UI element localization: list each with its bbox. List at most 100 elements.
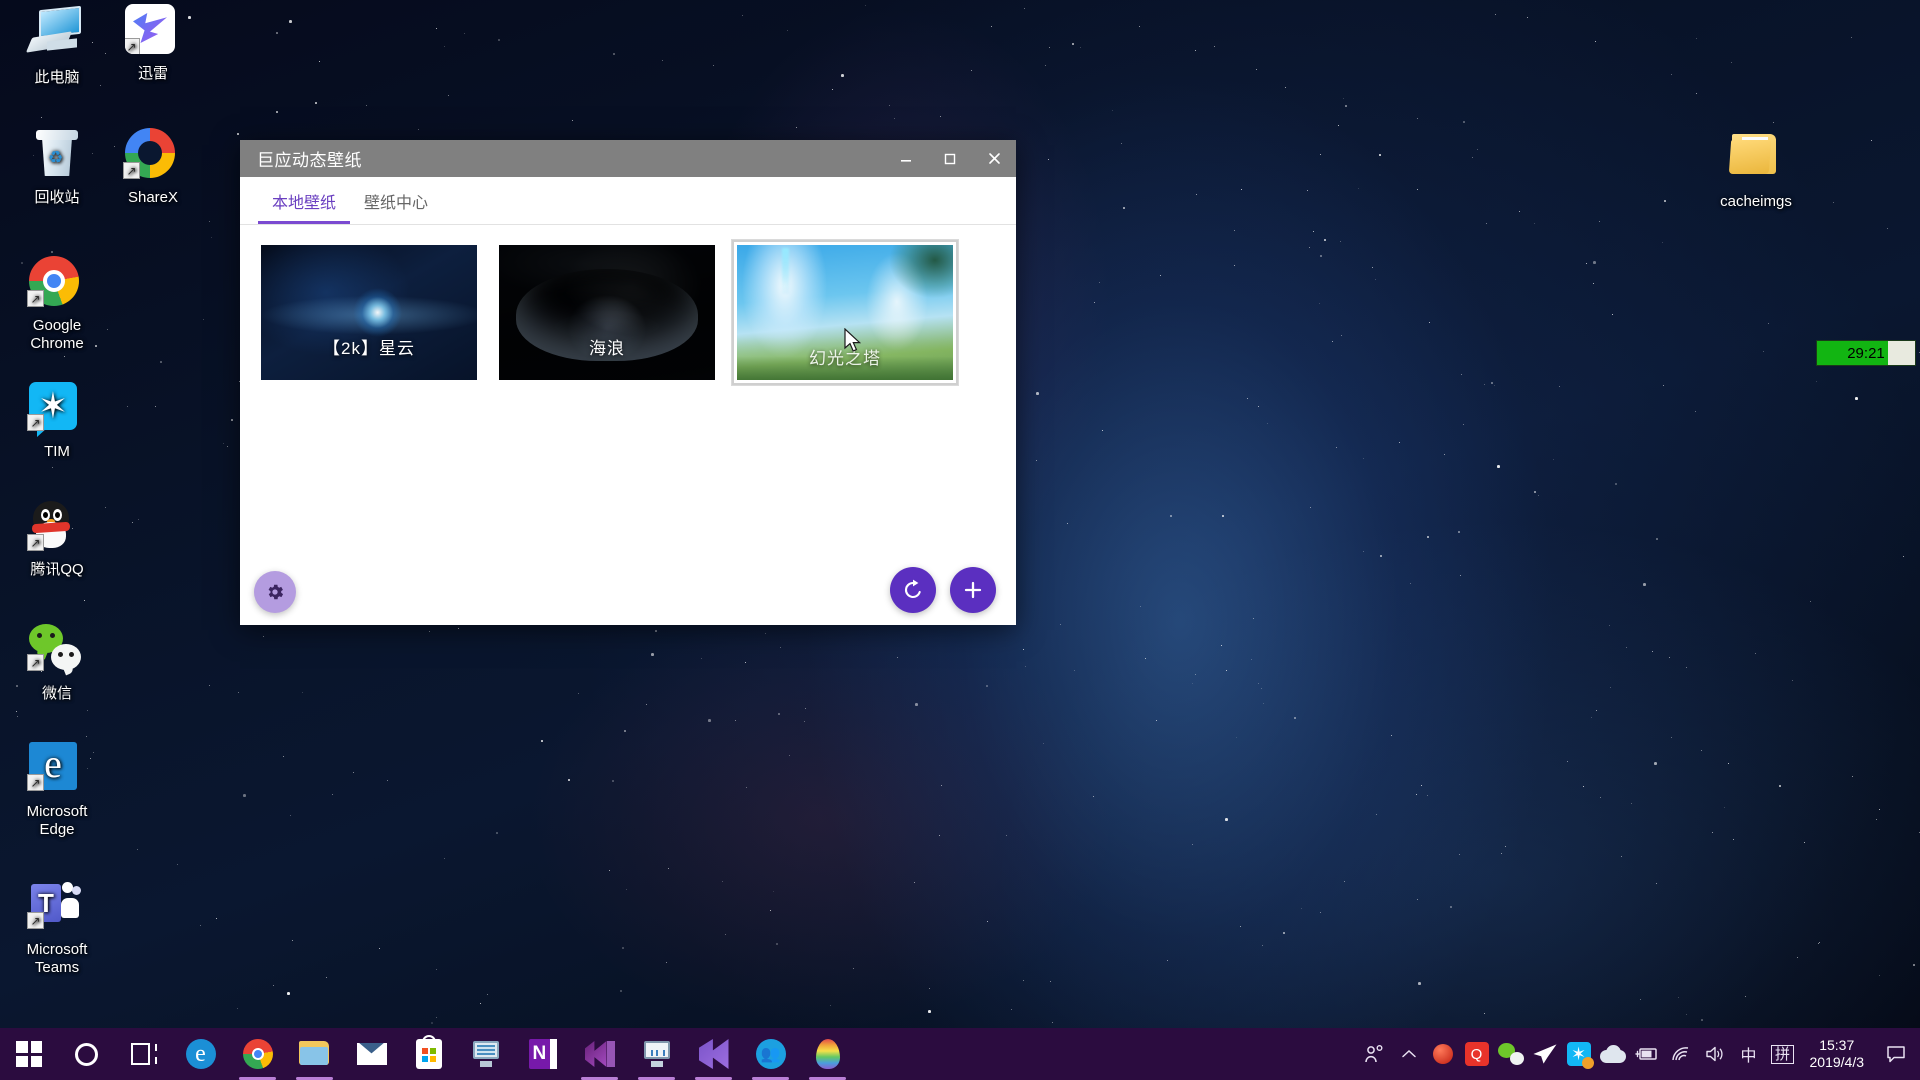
- wifi-tray-button[interactable]: [1664, 1028, 1698, 1080]
- tab-label: 本地壁纸: [272, 195, 336, 212]
- onenote-taskbar-icon: [529, 1039, 557, 1069]
- task-view-button[interactable]: [115, 1028, 172, 1080]
- tim-icon: ↗: [29, 382, 85, 438]
- taskbar-clock[interactable]: 15:37 2019/4/3: [1800, 1028, 1877, 1080]
- desktop-icon-recycle-bin[interactable]: ♻ 回收站: [8, 128, 106, 207]
- clock-time: 15:37: [1819, 1037, 1854, 1054]
- ime-method-label: 拼: [1771, 1045, 1794, 1064]
- desktop-icon-tim[interactable]: ↗ TIM: [8, 382, 106, 461]
- desktop-icon-label: TIM: [8, 443, 106, 461]
- window-tabbar[interactable]: 本地壁纸 壁纸中心: [240, 177, 1016, 225]
- taskbar-item-easter-egg[interactable]: [799, 1028, 856, 1080]
- taskbar-item-people-app[interactable]: 👥: [742, 1028, 799, 1080]
- wechat-icon: ↗: [29, 624, 85, 680]
- taskbar-item-store[interactable]: [400, 1028, 457, 1080]
- wallpaper-card-tower[interactable]: 幻光之塔: [732, 240, 958, 385]
- onedrive-tray-icon: [1600, 1045, 1626, 1063]
- refresh-button[interactable]: [890, 567, 936, 613]
- wallpaper-name: 幻光之塔: [734, 344, 956, 369]
- window-title: 巨应动态壁纸: [240, 146, 362, 171]
- timer-text: 29:21: [1847, 345, 1885, 362]
- start-button[interactable]: [0, 1028, 58, 1080]
- show-hidden-icons-button[interactable]: [1392, 1028, 1426, 1080]
- wallpaper-grid: 【2k】星云 海浪 幻光之塔: [256, 240, 1000, 385]
- qq-tray-button[interactable]: Q: [1460, 1028, 1494, 1080]
- taskbar-item-chrome[interactable]: [229, 1028, 286, 1080]
- onedrive-tray-button[interactable]: [1596, 1028, 1630, 1080]
- desktop-icon-wechat[interactable]: ↗ 微信: [8, 624, 106, 703]
- taskbar-item-onenote[interactable]: [514, 1028, 571, 1080]
- shortcut-arrow-icon: ↗: [123, 162, 140, 179]
- wifi-icon: [1670, 1045, 1692, 1063]
- desktop-icon-google-chrome[interactable]: ↗ Google Chrome: [8, 256, 106, 352]
- file-explorer-taskbar-icon: [299, 1041, 331, 1067]
- sharex-icon: ↗: [125, 128, 181, 184]
- clock-date: 2019/4/3: [1810, 1054, 1865, 1071]
- taskbar-item-file-explorer[interactable]: [286, 1028, 343, 1080]
- close-button[interactable]: [972, 140, 1016, 177]
- desktop-background[interactable]: 此电脑 ↗ 迅雷 ♻ 回收站 ↗ ShareX ↗ Google Chrome …: [0, 0, 1920, 1080]
- desktop-icon-sharex[interactable]: ↗ ShareX: [104, 128, 202, 207]
- action-center-button[interactable]: [1876, 1028, 1916, 1080]
- red-indicator-tray-button[interactable]: [1426, 1028, 1460, 1080]
- qq-icon: ↗: [29, 500, 85, 556]
- taskbar-item-remote-desktop[interactable]: [457, 1028, 514, 1080]
- task-view-icon: [131, 1043, 157, 1065]
- taskbar-item-visual-studio[interactable]: [571, 1028, 628, 1080]
- window-titlebar[interactable]: 巨应动态壁纸: [240, 140, 1016, 177]
- settings-button[interactable]: [254, 571, 296, 613]
- plus-icon: [961, 578, 985, 602]
- wallpaper-app-window[interactable]: 巨应动态壁纸 本地壁纸 壁纸中心 【2: [240, 140, 1016, 625]
- shortcut-arrow-icon: ↗: [27, 654, 44, 671]
- chevron-up-icon: [1401, 1048, 1417, 1060]
- windows-taskbar[interactable]: e 👥: [0, 1028, 1920, 1080]
- desktop-icon-tencent-qq[interactable]: ↗ 腾讯QQ: [8, 500, 106, 579]
- qq-tray-icon: Q: [1465, 1042, 1489, 1066]
- cortana-search-button[interactable]: [58, 1028, 115, 1080]
- tim-tray-button[interactable]: [1562, 1028, 1596, 1080]
- wallpaper-name: 【2k】星云: [258, 334, 480, 359]
- desktop-icon-label: 腾讯QQ: [8, 561, 106, 579]
- desktop-icon-label: 迅雷: [104, 65, 202, 83]
- taskbar-item-edge[interactable]: e: [172, 1028, 229, 1080]
- ime-method-button[interactable]: 拼: [1766, 1028, 1800, 1080]
- telegram-tray-button[interactable]: [1528, 1028, 1562, 1080]
- timer-widget[interactable]: 29:21: [1816, 340, 1916, 366]
- desktop-icon-label: 此电脑: [8, 69, 106, 87]
- add-wallpaper-button[interactable]: [950, 567, 996, 613]
- volume-icon: [1704, 1045, 1726, 1063]
- shortcut-arrow-icon: ↗: [27, 912, 44, 929]
- desktop-icon-label: ShareX: [104, 189, 202, 207]
- wallpaper-card-wave[interactable]: 海浪: [494, 240, 720, 385]
- desktop-icon-this-pc[interactable]: 此电脑: [8, 8, 106, 87]
- volume-tray-button[interactable]: [1698, 1028, 1732, 1080]
- wechat-tray-button[interactable]: [1494, 1028, 1528, 1080]
- desktop-icon-microsoft-teams[interactable]: ↗ Microsoft Teams: [8, 880, 106, 976]
- chrome-taskbar-icon: [243, 1039, 273, 1069]
- desktop-icon-microsoft-edge[interactable]: ↗ Microsoft Edge: [8, 742, 106, 838]
- taskbar-item-vscode[interactable]: [685, 1028, 742, 1080]
- minimize-button[interactable]: [884, 140, 928, 177]
- shortcut-arrow-icon: ↗: [27, 534, 44, 551]
- taskbar-item-science-viewer[interactable]: [628, 1028, 685, 1080]
- maximize-button[interactable]: [928, 140, 972, 177]
- remote-desktop-taskbar-icon: [471, 1041, 501, 1067]
- wallpaper-card-nebula[interactable]: 【2k】星云: [256, 240, 482, 385]
- edge-icon: ↗: [29, 742, 85, 798]
- desktop-icon-label: 回收站: [8, 189, 106, 207]
- taskbar-item-mail[interactable]: [343, 1028, 400, 1080]
- gear-icon: [265, 582, 285, 602]
- wallpaper-thumbnail: [261, 245, 477, 380]
- teams-icon: ↗: [29, 880, 85, 936]
- battery-tray-button[interactable]: [1630, 1028, 1664, 1080]
- people-tray-icon: [1364, 1044, 1386, 1064]
- system-tray[interactable]: Q: [1358, 1028, 1920, 1080]
- ime-mode-button[interactable]: 中: [1732, 1028, 1766, 1080]
- folder-icon: [1728, 132, 1784, 188]
- shortcut-arrow-icon: ↗: [27, 414, 44, 431]
- desktop-icon-cacheimgs[interactable]: cacheimgs: [1707, 132, 1805, 211]
- people-tray-button[interactable]: [1358, 1028, 1392, 1080]
- tab-wallpaper-center[interactable]: 壁纸中心: [350, 196, 442, 224]
- tab-local-wallpapers[interactable]: 本地壁纸: [258, 196, 350, 224]
- desktop-icon-thunder[interactable]: ↗ 迅雷: [104, 4, 202, 83]
